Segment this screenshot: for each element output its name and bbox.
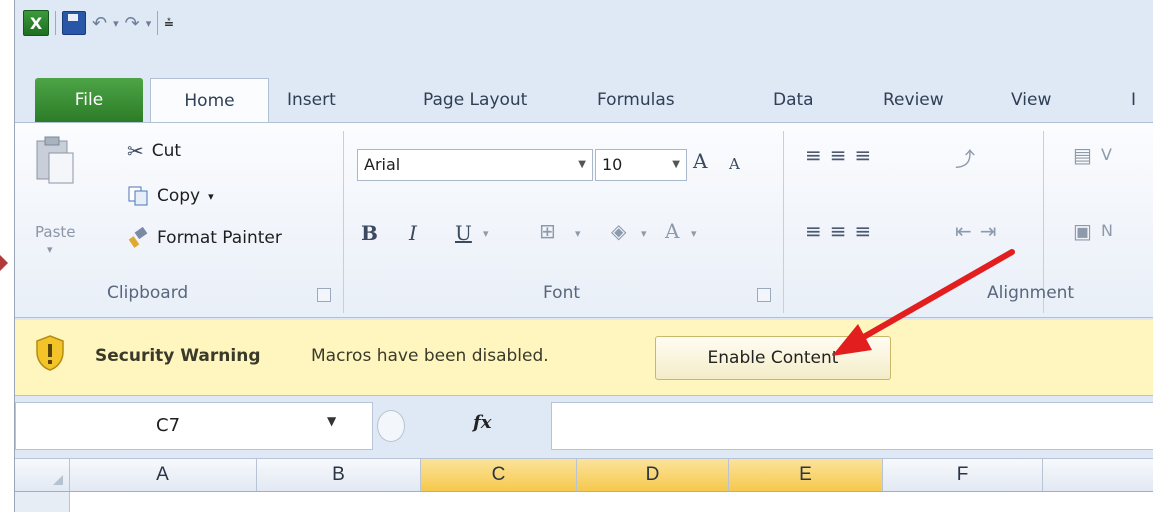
- tab-page-layout[interactable]: Page Layout: [423, 78, 527, 122]
- group-separator: [343, 131, 344, 313]
- italic-button[interactable]: I: [409, 221, 417, 245]
- cut-button[interactable]: ✂ Cut: [127, 139, 181, 163]
- column-header-empty[interactable]: [1043, 459, 1153, 491]
- column-header-a[interactable]: A: [69, 459, 257, 491]
- fx-icon[interactable]: fx: [473, 412, 491, 433]
- tab-review[interactable]: Review: [883, 78, 944, 122]
- font-group-label: Font: [543, 283, 581, 303]
- font-color-dropdown-icon[interactable]: ▾: [691, 227, 697, 240]
- name-box[interactable]: C7: [15, 402, 373, 450]
- name-box-dropdown-icon[interactable]: ▼: [327, 414, 336, 428]
- tab-file[interactable]: File: [35, 78, 143, 122]
- font-size-select[interactable]: 10 ▼: [595, 149, 687, 181]
- security-warning-message: Macros have been disabled.: [311, 346, 549, 366]
- borders-dropdown-icon[interactable]: ▾: [575, 227, 581, 240]
- format-painter-button[interactable]: Format Painter: [127, 227, 282, 249]
- horizontal-align-buttons[interactable]: ≡≡≡: [805, 219, 879, 243]
- row-header[interactable]: [15, 492, 70, 512]
- wrap-text-label[interactable]: V: [1101, 145, 1112, 164]
- column-header-d[interactable]: D: [577, 459, 729, 491]
- undo-icon[interactable]: ↶: [92, 13, 107, 34]
- orientation-icon[interactable]: ⤴: [955, 143, 975, 172]
- tab-insert[interactable]: Insert: [287, 78, 336, 122]
- grid-area: [15, 492, 1153, 512]
- bold-button[interactable]: B: [361, 221, 378, 245]
- cut-icon: ✂: [127, 139, 144, 163]
- shield-warning-icon: [36, 335, 64, 371]
- font-size-value: 10: [602, 155, 623, 174]
- borders-icon[interactable]: ⊞: [539, 219, 556, 243]
- alignment-group-label: Alignment: [987, 283, 1075, 303]
- indent-icons[interactable]: ⇤⇥: [955, 219, 1005, 243]
- merge-center-label[interactable]: N: [1101, 221, 1113, 240]
- font-name-value: Arial: [364, 155, 401, 174]
- font-name-select[interactable]: Arial ▼: [357, 149, 593, 181]
- save-icon[interactable]: [62, 11, 86, 35]
- column-headers: A B C D E F: [15, 458, 1153, 492]
- tab-home[interactable]: Home: [150, 78, 269, 123]
- formula-bar: C7 ▼ fx: [15, 396, 1153, 458]
- left-edge-marker: [0, 255, 8, 271]
- redo-dropdown-icon[interactable]: ▾: [146, 17, 152, 30]
- vertical-align-buttons[interactable]: ≡≡≡: [805, 143, 879, 167]
- shrink-font-button[interactable]: A: [729, 155, 740, 173]
- fill-color-icon[interactable]: ◈: [611, 219, 626, 243]
- security-warning-title: Security Warning: [95, 346, 261, 366]
- formula-input[interactable]: [551, 402, 1153, 450]
- select-all-corner[interactable]: [15, 459, 70, 491]
- security-warning-bar: Security Warning Macros have been disabl…: [15, 320, 1153, 396]
- clipboard-group-label: Clipboard: [107, 283, 189, 303]
- tab-partial[interactable]: I: [1131, 78, 1136, 122]
- copy-dropdown-icon[interactable]: ▾: [208, 190, 214, 203]
- tab-formulas[interactable]: Formulas: [597, 78, 675, 122]
- copy-label: Copy: [157, 186, 201, 206]
- clipboard-launcher-icon[interactable]: [317, 288, 331, 302]
- tab-view[interactable]: View: [1011, 78, 1051, 122]
- column-header-e[interactable]: E: [729, 459, 883, 491]
- excel-window: X ↶ ▾ ↷ ▾ ⩮ File Home Insert Page Layout…: [14, 0, 1153, 512]
- underline-dropdown-icon[interactable]: ▾: [483, 227, 489, 240]
- wrap-text-icon[interactable]: ▤: [1073, 143, 1092, 167]
- formula-controls: fx: [373, 402, 551, 450]
- font-color-button[interactable]: A: [665, 219, 679, 243]
- font-launcher-icon[interactable]: [757, 288, 771, 302]
- format-painter-icon: [128, 227, 148, 248]
- format-painter-label: Format Painter: [157, 228, 282, 248]
- cut-label: Cut: [151, 141, 182, 161]
- redo-icon[interactable]: ↷: [125, 13, 140, 34]
- column-header-f[interactable]: F: [883, 459, 1043, 491]
- column-header-c[interactable]: C: [421, 459, 577, 491]
- grow-font-button[interactable]: A: [693, 149, 707, 173]
- undo-dropdown-icon[interactable]: ▾: [113, 17, 119, 30]
- quick-access-toolbar: X ↶ ▾ ↷ ▾ ⩮: [15, 0, 1153, 46]
- qat-separator: [157, 11, 159, 35]
- copy-icon: [128, 186, 148, 206]
- fill-dropdown-icon[interactable]: ▾: [641, 227, 647, 240]
- merge-center-icon[interactable]: ▣: [1073, 219, 1092, 243]
- enable-content-button[interactable]: Enable Content: [655, 336, 891, 380]
- copy-button[interactable]: Copy ▾: [127, 185, 214, 207]
- cancel-circle-icon: [377, 410, 405, 442]
- customize-qat-icon[interactable]: ⩮: [164, 13, 173, 33]
- underline-button[interactable]: U: [455, 221, 472, 245]
- qat-separator: [55, 11, 56, 35]
- paste-button[interactable]: Paste: [35, 223, 76, 241]
- paste-dropdown-icon[interactable]: ▾: [47, 243, 53, 256]
- excel-icon[interactable]: X: [23, 10, 49, 36]
- paste-icon[interactable]: [33, 135, 77, 187]
- tab-data[interactable]: Data: [773, 78, 814, 122]
- font-size-dropdown-icon: ▼: [672, 159, 680, 170]
- column-header-b[interactable]: B: [257, 459, 421, 491]
- font-name-dropdown-icon: ▼: [578, 159, 586, 170]
- group-separator: [783, 131, 784, 313]
- ribbon-home: Paste ▾ ✂ Cut Copy ▾ Format Painter Clip…: [15, 122, 1153, 318]
- ribbon-tabs: File Home Insert Page Layout Formulas Da…: [15, 78, 1153, 123]
